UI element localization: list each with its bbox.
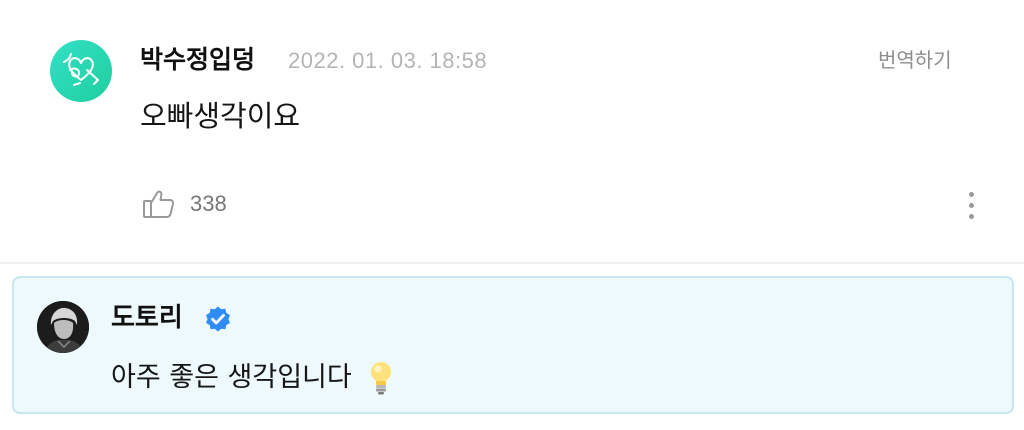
like-button[interactable]: 338 <box>142 188 227 220</box>
reply-author[interactable]: 도토리 <box>111 301 183 335</box>
divider <box>0 262 1024 264</box>
like-count: 338 <box>190 191 227 216</box>
comment-timestamp: 2022. 01. 03. 18:58 <box>288 48 488 73</box>
heart-doodle-icon <box>63 53 99 86</box>
comment-author[interactable]: 박수정입덩 <box>140 44 255 76</box>
light-bulb-icon <box>370 362 391 395</box>
thumbs-up-icon <box>143 190 175 218</box>
reply-text: 아주 좋은 생각입니다 <box>111 362 352 393</box>
reply-text-line: 아주 좋은 생각입니다 <box>111 360 394 396</box>
verified-badge-icon <box>206 306 230 332</box>
more-vertical-icon[interactable] <box>960 190 984 222</box>
avatar[interactable] <box>50 40 112 102</box>
comment-item: 박수정입덩 2022. 01. 03. 18:58 번역하기 오빠생각이요 33… <box>0 0 1024 262</box>
reply-avatar[interactable] <box>37 301 89 353</box>
comment-text: 오빠생각이요 <box>140 99 301 133</box>
reply-item: 도토리 아주 좋은 생각입니다 <box>12 276 1014 414</box>
translate-button[interactable]: 번역하기 <box>878 46 952 74</box>
comment-thread: 박수정입덩 2022. 01. 03. 18:58 번역하기 오빠생각이요 33… <box>0 0 1024 430</box>
